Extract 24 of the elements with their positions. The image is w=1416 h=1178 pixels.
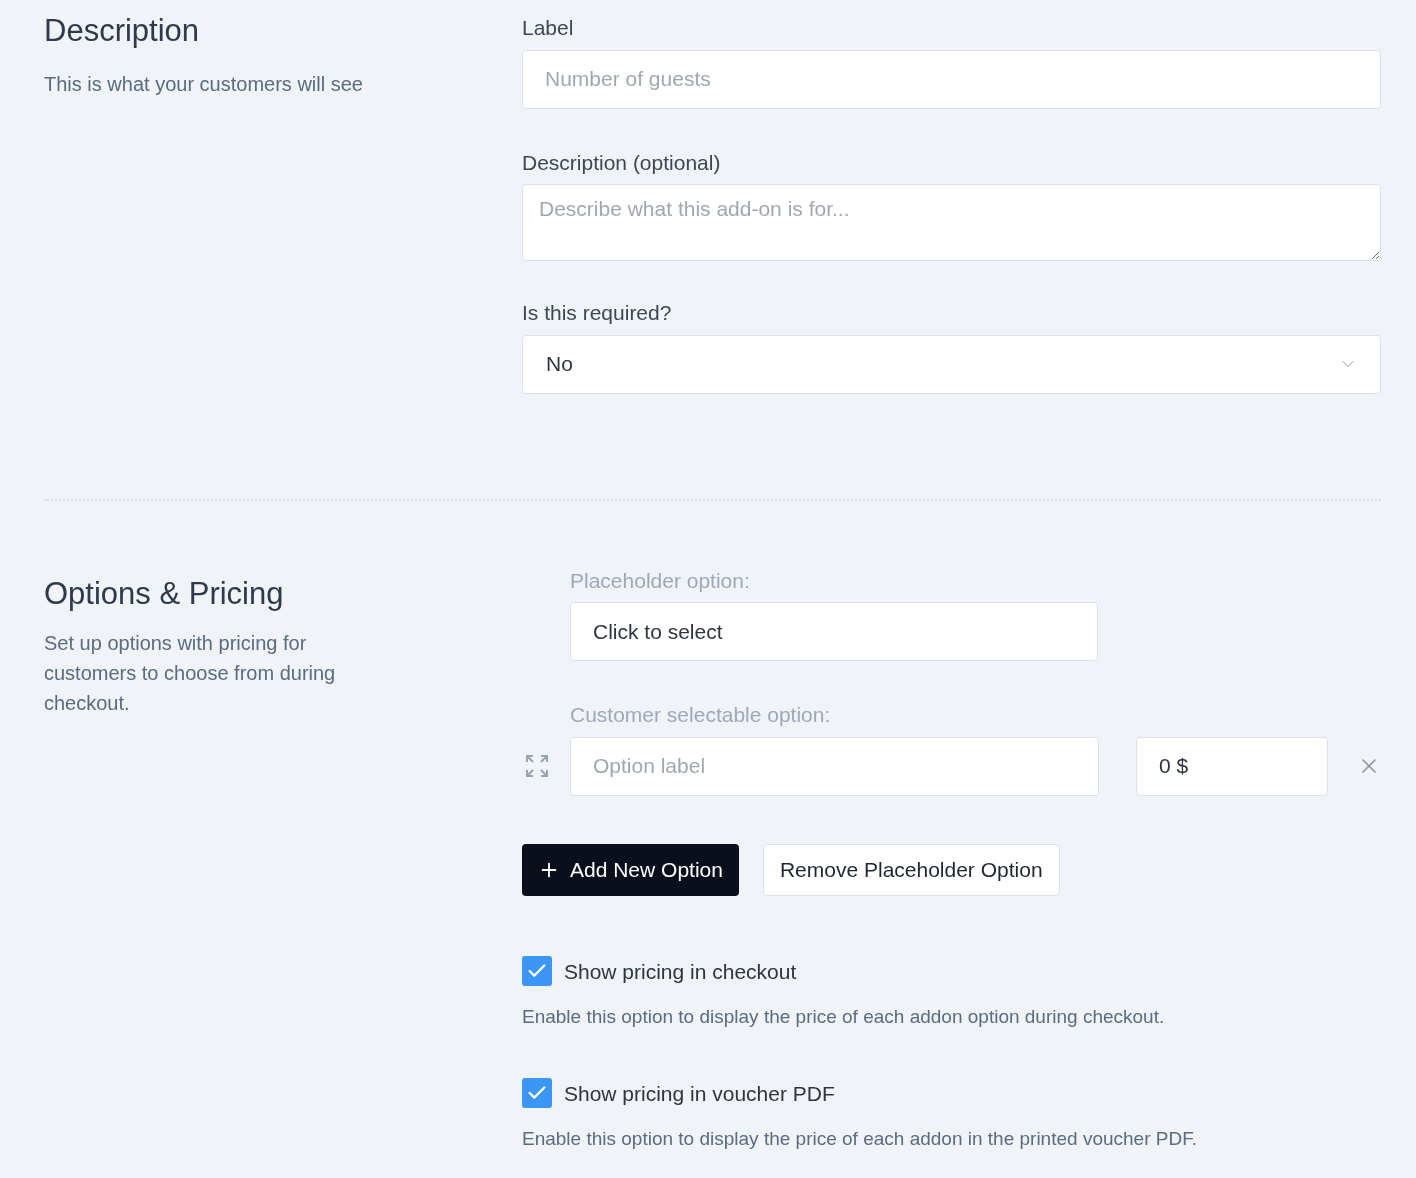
- section-subtitle: Set up options with pricing for customers to choose from during checkout.: [44, 630, 337, 716]
- field-label: Is this required?: [522, 300, 673, 326]
- section-subtitle: This is what your customers will see: [44, 72, 364, 97]
- price-field[interactable]: 0 $: [1136, 736, 1328, 796]
- checkbox-label: Show pricing in checkout: [564, 958, 797, 985]
- field-label: Label: [522, 15, 575, 41]
- field-label: Customer selectable option:: [570, 702, 832, 728]
- remove-placeholder-button[interactable]: Remove Placeholder Option: [762, 843, 1060, 896]
- help-text: Enable this option to display the price of each addon in the printed voucher PDF.: [522, 1127, 1198, 1151]
- placeholder-option-field[interactable]: Click to select: [570, 602, 1098, 661]
- field-label: Placeholder option:: [570, 567, 751, 594]
- checkbox[interactable]: [522, 956, 552, 987]
- option-label-input[interactable]: Option label: [570, 736, 1099, 796]
- expand-icon[interactable]: [525, 754, 549, 778]
- section-title: Options & Pricing: [44, 574, 285, 613]
- checkbox[interactable]: [522, 1078, 552, 1109]
- section-title: Description: [44, 12, 201, 50]
- checkbox-label: Show pricing in voucher PDF: [564, 1080, 835, 1107]
- field-label: Description (optional): [522, 149, 722, 176]
- required-select[interactable]: No: [522, 334, 1381, 394]
- label-input[interactable]: Number of guests: [522, 49, 1381, 109]
- description-textarea[interactable]: Describe what this add-on is for...: [522, 184, 1381, 261]
- help-text: Enable this option to display the price of each addon option during checkout.: [522, 1005, 1166, 1029]
- add-option-button[interactable]: Add New Option: [522, 843, 739, 896]
